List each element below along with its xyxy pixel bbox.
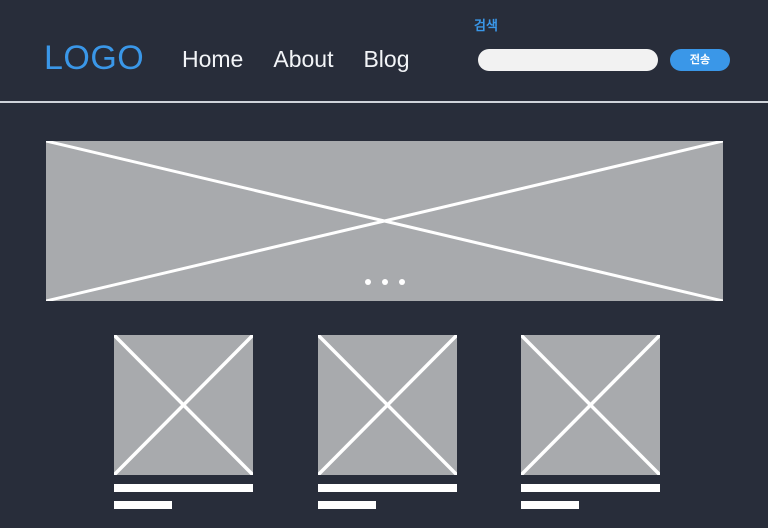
- main-nav: Home About Blog: [182, 45, 410, 73]
- card-title-bar: [317, 484, 457, 492]
- card-subtitle-bar: [114, 501, 172, 509]
- carousel-dot-3[interactable]: [398, 279, 405, 285]
- card-item[interactable]: [317, 335, 457, 510]
- card-row: [114, 335, 660, 510]
- nav-item-blog[interactable]: Blog: [363, 45, 409, 73]
- search-area: 검색 전송: [474, 18, 734, 82]
- carousel-dots: [46, 279, 723, 285]
- card-subtitle-bar: [317, 501, 376, 509]
- card-image-placeholder: [521, 335, 660, 475]
- hero-carousel[interactable]: [46, 141, 723, 301]
- card-image-placeholder: [114, 335, 253, 475]
- cross-placeholder-icon: [317, 335, 457, 475]
- carousel-dot-1[interactable]: [364, 279, 371, 285]
- brand-logo[interactable]: LOGO: [44, 38, 144, 78]
- card-item[interactable]: [114, 335, 253, 510]
- carousel-dot-2[interactable]: [381, 279, 388, 285]
- search-input[interactable]: [478, 49, 658, 71]
- nav-item-about[interactable]: About: [273, 45, 333, 73]
- cross-placeholder-icon: [46, 141, 723, 301]
- search-label: 검색: [474, 18, 498, 33]
- hero-image-placeholder: [46, 141, 723, 301]
- card-title-bar: [114, 484, 253, 492]
- submit-button[interactable]: 전송: [670, 49, 730, 71]
- cross-placeholder-icon: [521, 335, 660, 475]
- nav-item-home[interactable]: Home: [182, 45, 243, 73]
- card-item[interactable]: [521, 335, 660, 510]
- site-header: LOGO Home About Blog 검색 전송: [0, 0, 768, 103]
- cross-placeholder-icon: [114, 335, 253, 475]
- card-image-placeholder: [317, 335, 457, 475]
- card-title-bar: [521, 484, 660, 492]
- card-subtitle-bar: [521, 501, 579, 509]
